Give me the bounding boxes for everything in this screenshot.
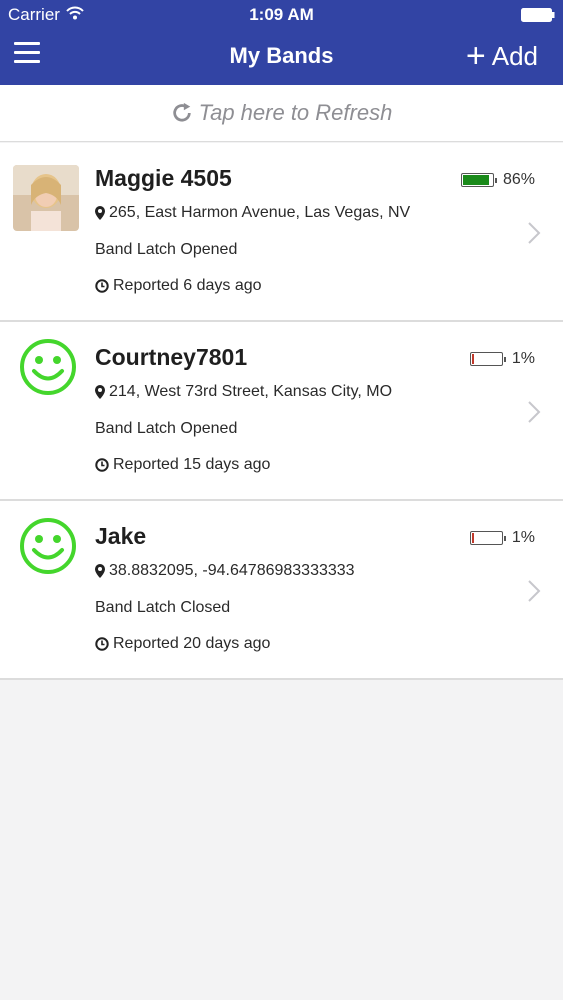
chevron-right-icon <box>528 580 541 602</box>
band-row[interactable]: Courtney7801 1% 214, West 73rd Street, K… <box>0 322 563 501</box>
battery-percent: 1% <box>511 350 535 367</box>
status-time: 1:09 AM <box>249 5 314 24</box>
band-row[interactable]: Maggie 4505 86% 265, East Harmon Avenue,… <box>0 143 563 322</box>
location-text: 214, West 73rd Street, Kansas City, MO <box>109 383 393 400</box>
battery-level-icon <box>469 352 506 366</box>
chevron-right-icon <box>528 401 541 423</box>
clock-icon <box>95 637 109 651</box>
avatar-photo <box>13 165 79 231</box>
battery-fill <box>471 354 474 364</box>
band-name: Jake <box>95 523 147 549</box>
reported-text: Reported 6 days ago <box>113 277 262 294</box>
battery-percent: 86% <box>502 171 535 188</box>
smiley-icon <box>20 339 76 395</box>
latch-status: Band Latch Opened <box>95 420 238 437</box>
add-button[interactable]: + Add <box>466 38 538 74</box>
location-text: 38.8832095, -94.64786983333333 <box>109 562 355 579</box>
refresh-button[interactable]: Tap here to Refresh <box>0 85 563 142</box>
battery-fill <box>471 533 474 543</box>
band-name: Courtney7801 <box>95 344 248 370</box>
battery-indicator: 86% <box>460 171 535 189</box>
status-bar: Carrier 1:09 AM <box>0 0 563 30</box>
battery-level-icon <box>460 173 497 187</box>
battery-fill <box>462 175 489 185</box>
add-button-label: Add <box>491 40 538 71</box>
band-name: Maggie 4505 <box>95 165 232 191</box>
battery-indicator: 1% <box>469 529 535 547</box>
reported-text: Reported 15 days ago <box>113 456 271 473</box>
latch-status: Band Latch Opened <box>95 241 238 258</box>
smiley-icon <box>20 518 76 574</box>
battery-indicator: 1% <box>469 350 535 368</box>
map-marker-icon <box>95 564 105 578</box>
nav-bar: My Bands + Add <box>0 30 563 85</box>
chevron-right-icon <box>528 222 541 244</box>
battery-icon <box>521 8 555 22</box>
plus-icon: + <box>465 37 486 75</box>
location-text: 265, East Harmon Avenue, Las Vegas, NV <box>109 204 411 221</box>
reported-text: Reported 20 days ago <box>113 635 271 652</box>
refresh-label: Tap here to Refresh <box>198 100 393 125</box>
map-marker-icon <box>95 206 105 220</box>
location-line: 38.8832095, -94.64786983333333 <box>95 562 355 580</box>
latch-status: Band Latch Closed <box>95 599 231 616</box>
reported-line: Reported 15 days ago <box>95 456 270 474</box>
refresh-icon <box>173 102 191 122</box>
reported-line: Reported 6 days ago <box>95 277 262 295</box>
reported-line: Reported 20 days ago <box>95 635 270 653</box>
location-line: 214, West 73rd Street, Kansas City, MO <box>95 383 392 401</box>
battery-level-icon <box>469 531 506 545</box>
band-row[interactable]: Jake 1% 38.8832095, -94.64786983333333 B… <box>0 501 563 680</box>
clock-icon <box>95 279 109 293</box>
map-marker-icon <box>95 385 105 399</box>
clock-icon <box>95 458 109 472</box>
battery-percent: 1% <box>511 529 535 546</box>
location-line: 265, East Harmon Avenue, Las Vegas, NV <box>95 204 410 222</box>
